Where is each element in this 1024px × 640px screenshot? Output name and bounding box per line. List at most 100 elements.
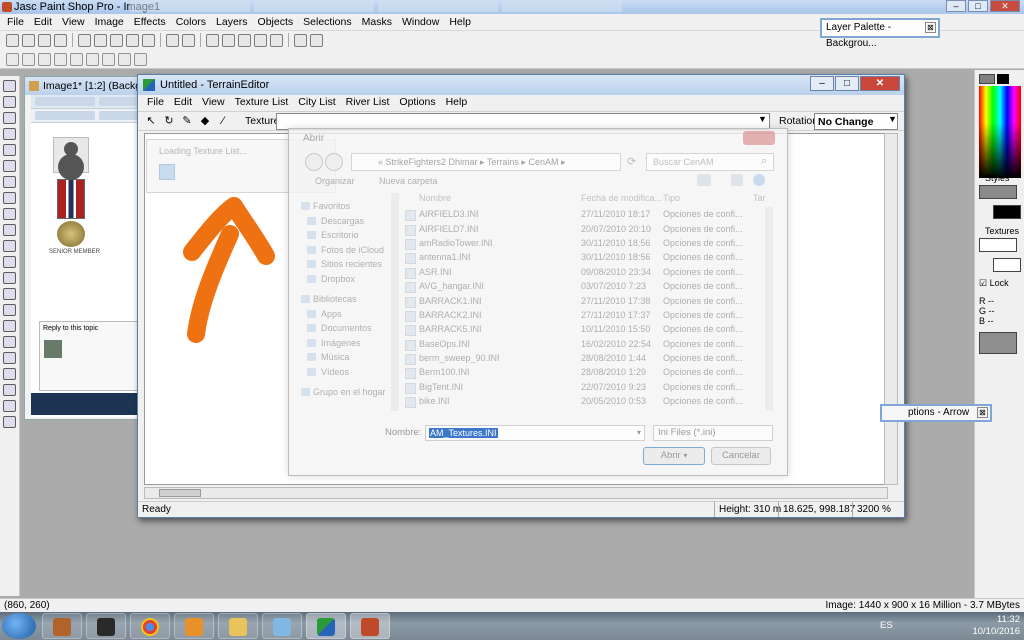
help-icon[interactable] <box>294 33 307 47</box>
file-row[interactable]: BaseOps.INI 16/02/2010 22:54 Opciones de c… <box>405 337 775 351</box>
menu-masks[interactable]: Masks <box>357 14 397 30</box>
tool-option-icon[interactable] <box>54 52 67 66</box>
filename-value[interactable]: AM_Textures.INI <box>429 428 498 438</box>
text-tool-icon[interactable] <box>3 368 16 380</box>
undo-icon[interactable] <box>78 33 91 47</box>
picture-tube-icon[interactable] <box>3 320 16 332</box>
column-date[interactable]: Fecha de modifica... <box>581 193 663 207</box>
minimize-icon[interactable]: – <box>810 76 834 91</box>
taskbar-app-game[interactable] <box>42 613 82 639</box>
cancel-button[interactable]: Cancelar <box>711 447 771 465</box>
preset-shapes-icon[interactable] <box>3 384 16 396</box>
swap-colors-icon[interactable] <box>997 74 1009 84</box>
zoom-tool-icon[interactable] <box>3 96 16 108</box>
tool-option-icon[interactable] <box>70 52 83 66</box>
address-bar[interactable]: « StrikeFighters2 Dhimar ▸ Terrains ▸ Ce… <box>351 153 621 171</box>
nav-item[interactable]: Apps <box>301 307 397 322</box>
pencil-icon[interactable]: ✎ <box>180 114 194 128</box>
fill-icon[interactable]: ◆ <box>198 114 212 128</box>
foreground-style-swatch[interactable] <box>979 185 1017 199</box>
crop-tool-icon[interactable] <box>3 128 16 140</box>
te-menu-city-list[interactable]: City List <box>293 95 340 111</box>
pointer-icon[interactable]: ↖ <box>144 114 158 128</box>
tool-option-icon[interactable] <box>118 52 131 66</box>
selection-tool-icon[interactable] <box>3 160 16 172</box>
palette-icon[interactable] <box>254 33 267 47</box>
menu-window[interactable]: Window <box>397 14 444 30</box>
copy-icon[interactable] <box>126 33 139 47</box>
open-button[interactable]: Abrir ▾ <box>643 447 705 465</box>
taskbar-app-media[interactable] <box>174 613 214 639</box>
preview-pane-icon[interactable] <box>731 174 743 186</box>
nav-item[interactable]: Sitios recientes <box>301 257 397 272</box>
scrollbar-thumb[interactable] <box>159 489 201 497</box>
browse-icon[interactable] <box>166 33 179 47</box>
scratch-remover-icon[interactable] <box>3 288 16 300</box>
clone-brush-icon[interactable] <box>3 240 16 252</box>
menu-help[interactable]: Help <box>444 14 476 30</box>
histogram-icon[interactable] <box>238 33 251 47</box>
save-icon[interactable] <box>38 33 51 47</box>
back-icon[interactable] <box>305 153 323 171</box>
tool-option-icon[interactable] <box>86 52 99 66</box>
menu-view[interactable]: View <box>57 14 90 30</box>
system-clock[interactable]: 11:32 10/10/2016 <box>972 614 1020 638</box>
view-icon[interactable] <box>697 174 711 186</box>
forward-icon[interactable] <box>325 153 343 171</box>
menu-layers[interactable]: Layers <box>211 14 253 30</box>
print-icon[interactable] <box>54 33 67 47</box>
file-row[interactable]: antenna1.INI 30/11/2010 18:56 Opciones de … <box>405 250 775 265</box>
vertical-scrollbar[interactable] <box>884 133 898 485</box>
chevron-down-icon[interactable]: ▼ <box>888 114 897 124</box>
tool-option-icon[interactable] <box>22 52 35 66</box>
nav-item[interactable]: Documentos <box>301 321 397 336</box>
refresh-icon[interactable]: ⟳ <box>627 155 636 168</box>
resize-icon[interactable] <box>222 33 235 47</box>
taskbar-app-paint-shop-pro[interactable] <box>350 613 390 639</box>
te-menu-river-list[interactable]: River List <box>341 95 395 111</box>
close-icon[interactable]: ⊠ <box>925 22 936 33</box>
draw-tool-icon[interactable] <box>3 400 16 412</box>
file-row[interactable]: Berm100.INI 28/08/2010 1:29 Opciones de co… <box>405 365 775 380</box>
tool-options-palette[interactable]: ptions - Arrow ⊠ <box>880 404 992 422</box>
nav-item[interactable]: Descargas <box>301 214 397 229</box>
close-icon[interactable]: ✕ <box>990 0 1020 12</box>
mover-tool-icon[interactable] <box>3 144 16 156</box>
taskbar-app-dcs[interactable] <box>86 613 126 639</box>
chevron-down-icon[interactable]: ▾ <box>637 428 641 437</box>
airbrush-icon[interactable] <box>3 336 16 348</box>
magic-wand-icon[interactable] <box>3 192 16 204</box>
eyedropper-icon[interactable]: ⁄ <box>216 114 230 128</box>
file-row[interactable]: ASR.INI 09/08/2010 23:34 Opciones de confi… <box>405 265 775 279</box>
overview-icon[interactable] <box>270 33 283 47</box>
te-menu-file[interactable]: File <box>142 95 169 111</box>
file-row[interactable]: AVG_hangar.INI 03/07/2010 7:23 Opciones de… <box>405 279 775 294</box>
file-row[interactable]: BARRACK2.INI 27/11/2010 17:37 Opciones de … <box>405 308 775 322</box>
dropper-icon[interactable] <box>3 208 16 220</box>
column-size[interactable]: Tar <box>753 193 766 207</box>
background-texture-swatch[interactable] <box>993 258 1021 272</box>
color-swatch[interactable] <box>979 74 995 84</box>
menu-colors[interactable]: Colors <box>171 14 211 30</box>
close-icon[interactable]: ✕ <box>860 76 900 91</box>
file-row[interactable]: AIRFIELD3.INI 27/11/2010 18:17 Opciones de… <box>405 207 775 222</box>
file-list-scrollbar[interactable] <box>765 207 773 411</box>
file-row[interactable]: BigTent.INI 22/07/2010 9:23 Opciones de co… <box>405 380 775 394</box>
new-folder-button[interactable]: Nueva carpeta <box>379 176 438 186</box>
te-menu-help[interactable]: Help <box>441 95 473 111</box>
maximize-icon[interactable]: □ <box>968 0 988 12</box>
horizontal-scrollbar[interactable] <box>144 487 888 499</box>
object-selector-icon[interactable] <box>3 416 16 428</box>
path-segment[interactable]: Terrains <box>487 157 519 167</box>
new-icon[interactable] <box>6 33 19 47</box>
te-menu-texture-list[interactable]: Texture List <box>230 95 294 111</box>
language-indicator[interactable]: ES <box>880 620 893 631</box>
freehand-tool-icon[interactable] <box>3 176 16 188</box>
te-menu-options[interactable]: Options <box>394 95 440 111</box>
filetype-select[interactable]: Ini Files (*.ini) <box>653 425 773 441</box>
sidebar-scrollbar[interactable] <box>391 193 399 411</box>
te-menu-edit[interactable]: Edit <box>169 95 197 111</box>
organize-button[interactable]: Organizar <box>315 176 355 186</box>
taskbar-app-notes[interactable] <box>262 613 302 639</box>
help-icon[interactable] <box>753 174 765 186</box>
